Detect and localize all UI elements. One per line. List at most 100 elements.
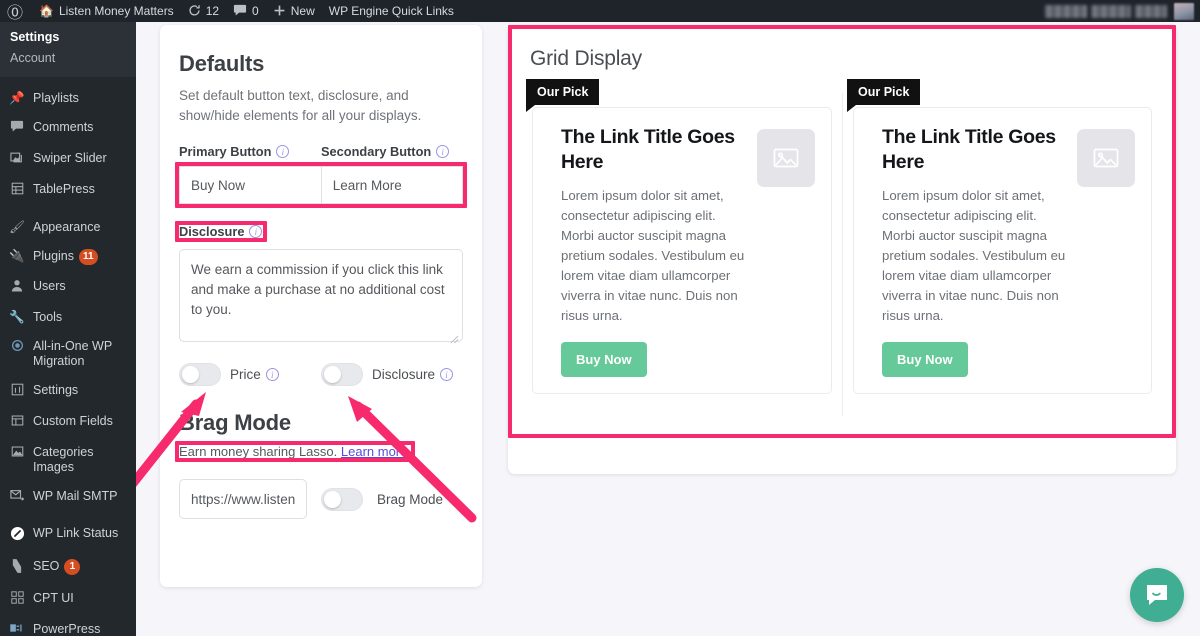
sidebar-item-label: WP Link Status <box>33 526 128 541</box>
sidebar-item-label: Custom Fields <box>33 414 128 429</box>
wp-engine-quick-links-label: WP Engine Quick Links <box>329 4 454 18</box>
user-icon <box>8 279 26 296</box>
admin-bar-right-group <box>1045 3 1200 20</box>
site-name-label: Listen Money Matters <box>59 4 174 18</box>
redacted-adminbar-item-3[interactable] <box>1135 5 1167 18</box>
price-toggle-label-text: Price <box>230 367 261 382</box>
wp-engine-quick-links-menu[interactable]: WP Engine Quick Links <box>322 0 461 22</box>
brag-mode-toggle[interactable] <box>321 488 363 511</box>
redacted-adminbar-item-2[interactable] <box>1091 5 1131 18</box>
link-card: Our Pick The Link Title Goes Here Lorem … <box>522 93 842 416</box>
link-card-main: The Link Title Goes Here Lorem ipsum dol… <box>561 125 747 377</box>
sidebar-item-seo[interactable]: SEO1 <box>0 552 136 584</box>
page-title: Defaults <box>179 51 463 77</box>
price-toggle[interactable] <box>179 363 221 386</box>
sidebar-submenu-header: Settings Account <box>0 22 136 77</box>
fields-icon <box>8 414 26 431</box>
yoast-icon <box>8 559 26 577</box>
wordpress-logo-icon[interactable]: ⓪ <box>0 0 32 23</box>
home-icon: 🏠 <box>39 5 54 17</box>
disclosure-label-highlight: Disclosure i <box>179 224 262 239</box>
sliders-icon <box>8 383 26 400</box>
buy-now-button[interactable]: Buy Now <box>561 342 647 377</box>
sidebar-item-label: All-in-One WP Migration <box>33 339 128 369</box>
images-icon <box>8 151 26 168</box>
plugins-update-badge: 11 <box>79 249 98 265</box>
brag-mode-note-period: . <box>407 444 411 459</box>
primary-button-input[interactable] <box>179 166 321 204</box>
sidebar-item-settings[interactable]: Settings <box>0 376 136 407</box>
seo-notification-badge: 1 <box>64 559 80 575</box>
sidebar-item-label: PowerPress <box>33 622 128 636</box>
sidebar-item-label: Plugins11 <box>33 249 128 265</box>
sidebar-item-label: Swiper Slider <box>33 151 128 166</box>
sidebar-item-comments[interactable]: Comments <box>0 113 136 144</box>
link-card-box: The Link Title Goes Here Lorem ipsum dol… <box>853 107 1152 394</box>
sidebar-item-swiper-slider[interactable]: Swiper Slider <box>0 144 136 175</box>
info-icon[interactable]: i <box>436 145 449 158</box>
sidebar-item-powerpress[interactable]: PowerPress <box>0 615 136 636</box>
comments-menu[interactable]: 0 <box>226 0 266 22</box>
sidebar-item-wp-mail-smtp[interactable]: WP Mail SMTP <box>0 482 136 512</box>
image-icon <box>8 445 26 462</box>
wp-admin-bar: ⓪ 🏠 Listen Money Matters 12 0 <box>0 0 1200 22</box>
site-name-menu[interactable]: 🏠 Listen Money Matters <box>32 0 181 22</box>
sidebar-item-all-in-one-wp-migration[interactable]: All-in-One WP Migration <box>0 332 136 376</box>
grid-display-panel: Grid Display Our Pick The Link Title Goe… <box>508 25 1176 474</box>
comment-icon <box>8 120 26 137</box>
sidebar-item-users[interactable]: Users <box>0 272 136 303</box>
sidebar-separator <box>0 512 136 519</box>
secondary-button-label-text: Secondary Button <box>321 144 431 159</box>
toggle-knob <box>182 366 199 383</box>
sidebar-item-label: Playlists <box>33 91 128 106</box>
link-card-title: The Link Title Goes Here <box>882 125 1067 175</box>
sidebar-item-appearance[interactable]: 🖌 Appearance <box>0 213 136 242</box>
plus-icon <box>273 4 286 19</box>
sidebar-item-playlists[interactable]: 📌 Playlists <box>0 84 136 113</box>
primary-button-label: Primary Button i <box>179 144 321 159</box>
main-content: Defaults Set default button text, disclo… <box>136 22 1200 636</box>
brag-url-input[interactable] <box>179 479 307 519</box>
new-content-label: New <box>291 4 315 18</box>
link-card-title: The Link Title Goes Here <box>561 125 747 175</box>
sidebar-item-tablepress[interactable]: TablePress <box>0 175 136 206</box>
disclosure-toggle[interactable] <box>321 363 363 386</box>
avatar[interactable] <box>1174 3 1194 20</box>
intercom-chat-button[interactable] <box>1130 568 1184 622</box>
disclosure-textarea[interactable]: We earn a commission if you click this l… <box>179 249 463 342</box>
sidebar-item-custom-fields[interactable]: Custom Fields <box>0 407 136 438</box>
link-card-description: Lorem ipsum dolor sit amet, consectetur … <box>561 186 747 326</box>
disclosure-label-text: Disclosure <box>179 224 244 239</box>
secondary-button-field-col: Secondary Button i <box>321 144 463 159</box>
sidebar-item-categories-images[interactable]: Categories Images <box>0 438 136 482</box>
link-card-main: The Link Title Goes Here Lorem ipsum dol… <box>882 125 1067 377</box>
brag-mode-toggle-label: Brag Mode <box>377 492 443 507</box>
info-icon[interactable]: i <box>249 225 262 238</box>
pin-icon: 📌 <box>8 91 26 106</box>
new-content-menu[interactable]: New <box>266 0 322 22</box>
sidebar-item-label: WP Mail SMTP <box>33 489 128 504</box>
sidebar-item-tools[interactable]: 🔧 Tools <box>0 303 136 332</box>
sidebar-item-plugins[interactable]: 🔌 Plugins11 <box>0 242 136 272</box>
button-text-inputs-highlight <box>179 166 463 204</box>
info-icon[interactable]: i <box>276 145 289 158</box>
link-card-description: Lorem ipsum dolor sit amet, consectetur … <box>882 186 1067 326</box>
buy-now-button[interactable]: Buy Now <box>882 342 968 377</box>
redacted-adminbar-item-1[interactable] <box>1045 5 1087 18</box>
secondary-button-input[interactable] <box>321 166 463 204</box>
info-icon[interactable]: i <box>440 368 453 381</box>
sidebar-item-cpt-ui[interactable]: CPT UI <box>0 584 136 615</box>
defaults-toggles-row: Price i Disclosure i <box>179 363 463 386</box>
toggle-knob <box>324 366 341 383</box>
grid-icon <box>8 591 26 608</box>
brag-mode-title: Brag Mode <box>179 410 463 436</box>
wrench-icon: 🔧 <box>8 310 26 325</box>
defaults-subtitle: Set default button text, disclosure, and… <box>179 86 463 126</box>
updates-menu[interactable]: 12 <box>181 0 226 22</box>
sidebar-separator <box>0 77 136 84</box>
sidebar-item-wp-link-status[interactable]: WP Link Status <box>0 519 136 552</box>
sidebar-item-label: Categories Images <box>33 445 128 475</box>
sidebar-item-account[interactable]: Account <box>0 48 136 68</box>
brag-learn-more-link[interactable]: Learn more <box>341 444 407 459</box>
info-icon[interactable]: i <box>266 368 279 381</box>
